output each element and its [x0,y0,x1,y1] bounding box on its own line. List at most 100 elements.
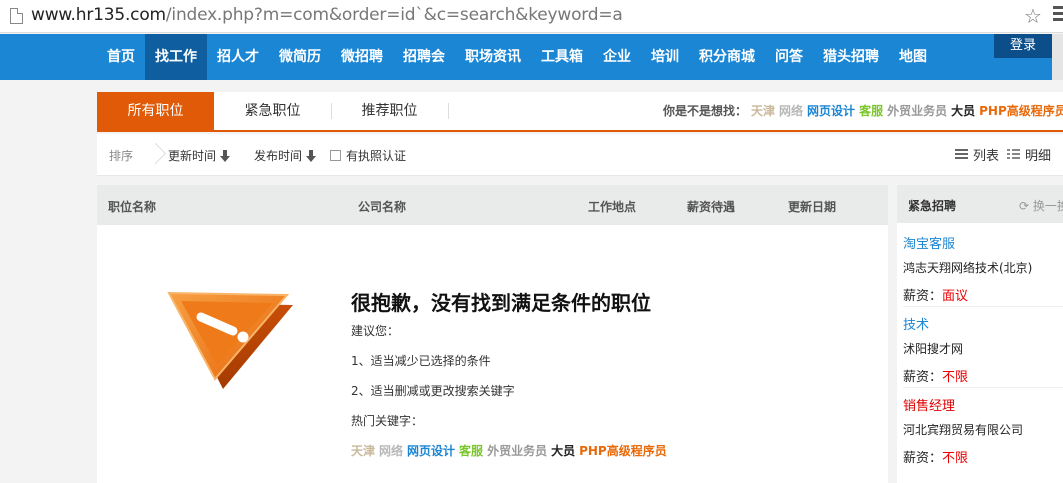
refresh-icon: ⟳ [1019,199,1030,213]
main-nav: 首页 找工作 招人才 微简历 微招聘 招聘会 职场资讯 工具箱 企业 培训 积分商城 问答 猎头招聘 地图… [0,34,1063,80]
col-company: 公司名称 [358,200,407,214]
tab-divider [448,103,449,119]
sidebar-header: 紧急招聘 ⟳ 换一换 [897,185,1063,223]
sort-publish-time-label: 发布时间 [254,149,303,163]
keyword-link[interactable]: 客服 [859,104,883,118]
keyword-link[interactable]: 客服 [459,444,483,458]
keyword-link[interactable]: 天津 [351,444,375,458]
keyword-link[interactable]: 网页设计 [807,104,855,118]
sidebar-title: 紧急招聘 [908,199,957,213]
urgent-sidebar: 紧急招聘 ⟳ 换一换 淘宝客服 鸿志天翔网络技术(北京) 薪资：面议 技术 沭阳搜才网薪… [897,185,1063,483]
keyword-link[interactable]: 网络 [779,104,803,118]
list-view-icon [955,149,968,161]
urgent-job-item: 技术沭阳搜才网薪资：不限 [903,314,1063,385]
hot-keywords-label: 热门关键字： [351,414,424,428]
urgent-job-company[interactable]: 河北宾翔贸易有限公司 [903,421,1063,438]
sort-label: 排序 [109,149,134,163]
nav-item[interactable]: 地图 [889,34,937,80]
job-tabs: 所有职位 紧急职位 推荐职位 你是不是想找： 天津 网络 网页设计 客服 外贸业务员 大员 P… [97,92,1063,132]
salary-value: 不限 [942,451,969,466]
nav-item[interactable]: 招人才 [207,34,269,80]
license-checkbox[interactable] [330,150,341,161]
urgent-job-salary: 薪资：不限 [903,447,1063,466]
col-update-date: 更新日期 [788,200,837,214]
hot-keywords: 天津 网络 网页设计 客服 外贸业务员 大员 PHP高级程序员 [351,442,667,459]
nav-item[interactable]: 企业 [593,34,641,80]
salary-label: 薪资： [903,451,943,466]
arrow-down-icon [306,150,317,162]
view-detail-label: 明细 [1025,149,1052,164]
suggest-keywords: 你是不是想找： 天津 网络 网页设计 客服 外贸业务员 大员 PHP高级程序员 [663,92,1063,130]
salary-label: 薪资： [903,370,943,385]
sort-update-time[interactable]: 更新时间 [168,147,231,164]
results-panel: 职位名称 公司名称 工作地点 薪资待遇 更新日期 很抱歉，没有找到满足条件的职位… [97,185,888,483]
sort-update-time-label: 更新时间 [168,149,217,163]
tab-urgent-jobs[interactable]: 紧急职位 [214,92,331,130]
col-salary: 薪资待遇 [687,200,736,214]
empty-tip-2: 2、适当删减或更改搜索关键字 [351,384,515,398]
col-location: 工作地点 [588,200,637,214]
chevron-right-icon [149,142,150,168]
nav-item[interactable]: 微招聘 [331,34,393,80]
nav-item[interactable]: 工具箱 [531,34,593,80]
view-detail-button[interactable]: 明细 [1007,145,1051,164]
scrollbar[interactable] [1052,34,1063,80]
keyword-link[interactable]: 天津 [751,104,775,118]
login-button[interactable]: 登录 [994,34,1052,58]
warning-icon [167,291,293,389]
star-outline-icon[interactable]: ☆ [1024,4,1042,28]
keyword-link[interactable]: PHP高级程序员 [579,444,667,458]
refresh-label: 换一换 [1032,199,1063,213]
license-filter[interactable]: 有执照认证 [330,147,406,164]
keyword-link[interactable]: 大员 [951,104,975,118]
keyword-link[interactable]: PHP高级程序员 [979,104,1063,118]
keyword-link[interactable]: 网络 [379,444,403,458]
sort-bar: 排序 更新时间 发布时间 有执照认证 列表 明细 [97,134,1063,176]
salary-value: 面议 [942,289,969,304]
view-list-button[interactable]: 列表 [955,145,999,164]
keyword-link[interactable]: 网页设计 [407,444,455,458]
col-job-name: 职位名称 [108,200,157,214]
keyword-link[interactable]: 外贸业务员 [887,104,947,118]
suggest-label: 你是不是想找： [663,104,748,118]
urgent-job-title[interactable]: 淘宝客服 [903,233,1063,252]
nav-item[interactable]: 职场资讯 [455,34,531,80]
refresh-button[interactable]: ⟳ 换一换 [1019,197,1063,214]
hamburger-menu-icon[interactable] [1053,6,1063,24]
tab-recommended-jobs[interactable]: 推荐职位 [331,92,448,130]
table-header: 职位名称 公司名称 工作地点 薪资待遇 更新日期 [97,185,888,225]
urgent-job-salary: 薪资：面议 [903,285,1063,304]
nav-item[interactable]: 猎头招聘 [813,34,889,80]
urgent-job-company[interactable]: 鸿志天翔网络技术(北京) [903,259,1063,276]
browser-address-bar[interactable]: www.hr135.com/index.php?m=com&order=id`&… [0,0,1063,33]
nav-item[interactable]: 问答 [765,34,813,80]
empty-title: 很抱歉，没有找到满足条件的职位 [351,291,651,315]
keyword-link[interactable]: 外贸业务员 [487,444,547,458]
nav-item[interactable]: 招聘会 [393,34,455,80]
nav-item[interactable]: 找工作 [145,34,207,80]
nav-item[interactable]: 首页 [97,34,145,80]
urgent-job-item: 淘宝客服鸿志天翔网络技术(北京) 薪资：面议 [903,233,1063,304]
nav-item[interactable]: 微简历 [269,34,331,80]
divider [903,306,1063,307]
tab-all-jobs[interactable]: 所有职位 [97,92,214,130]
arrow-down-icon [220,150,231,162]
salary-label: 薪资： [903,289,943,304]
url-host: www.hr135.com [31,5,166,25]
license-label: 有执照认证 [346,149,407,163]
sort-publish-time[interactable]: 发布时间 [254,147,317,164]
salary-value: 不限 [942,370,969,385]
urgent-job-title[interactable]: 技术 [903,314,1063,333]
view-list-label: 列表 [973,149,1000,164]
keyword-link[interactable]: 大员 [551,444,575,458]
nav-item[interactable]: 培训 [641,34,689,80]
divider [903,387,1063,388]
empty-tip-1: 1、适当减少已选择的条件 [351,354,491,368]
nav-item[interactable]: 积分商城 [689,34,765,80]
url-field[interactable]: www.hr135.com/index.php?m=com&order=id`&… [31,5,623,25]
url-path: /index.php?m=com&order=id`&c=search&keyw… [165,5,623,25]
urgent-job-company[interactable]: 沭阳搜才网 [903,340,1063,357]
urgent-job-salary: 薪资：不限 [903,366,1063,385]
empty-suggest: 建议您： [351,324,400,338]
urgent-job-title[interactable]: 销售经理 [903,395,1063,414]
